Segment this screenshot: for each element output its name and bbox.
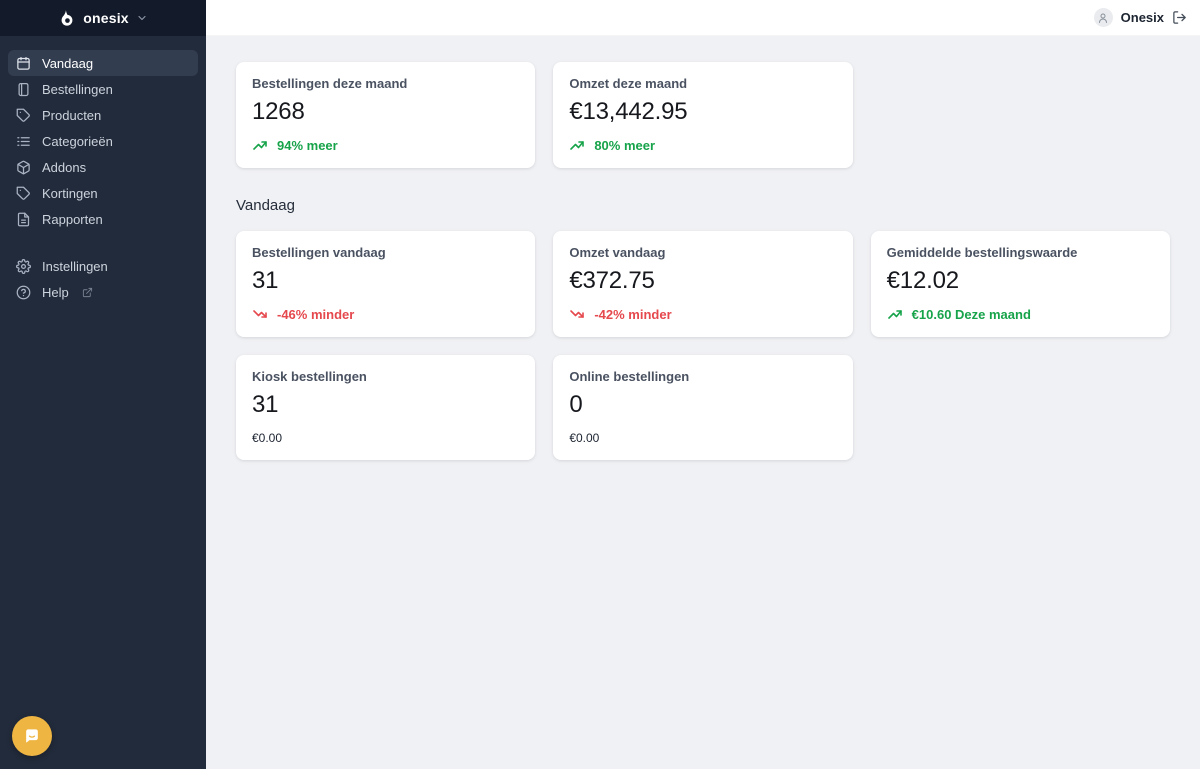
stat-sub-value: €0.00 xyxy=(252,431,519,445)
calendar-icon xyxy=(16,56,31,71)
trend-up-icon xyxy=(252,137,268,153)
stat-value: 31 xyxy=(252,267,519,295)
book-icon xyxy=(16,82,31,97)
sidebar-item-producten[interactable]: Producten xyxy=(8,102,198,128)
trend-up-icon xyxy=(887,306,903,322)
month-stats-row: Bestellingen deze maand 1268 94% meer Om… xyxy=(236,62,1170,168)
stat-delta: -46% minder xyxy=(252,306,519,322)
stat-label: Kiosk bestellingen xyxy=(252,369,519,384)
logout-icon[interactable] xyxy=(1172,10,1187,25)
stat-label: Omzet vandaag xyxy=(569,245,836,260)
sidebar-footer: Instellingen Help xyxy=(8,253,198,305)
trend-up-icon xyxy=(569,137,585,153)
stat-delta-text: -46% minder xyxy=(277,307,354,322)
sidebar-item-vandaag[interactable]: Vandaag xyxy=(8,50,198,76)
external-link-icon xyxy=(82,287,93,298)
avatar xyxy=(1094,8,1113,27)
stat-card-omzet-vandaag: Omzet vandaag €372.75 -42% minder xyxy=(553,231,852,337)
stat-delta-text: -42% minder xyxy=(594,307,671,322)
sidebar: onesix Vandaag Bestellingen Producten xyxy=(0,0,206,769)
stat-value: €372.75 xyxy=(569,267,836,295)
help-circle-icon xyxy=(16,285,31,300)
gear-icon xyxy=(16,259,31,274)
stat-value: €12.02 xyxy=(887,267,1154,295)
sidebar-item-label: Rapporten xyxy=(42,212,103,227)
stat-delta: -42% minder xyxy=(569,306,836,322)
stat-card-gemiddelde-bestellingswaarde: Gemiddelde bestellingswaarde €12.02 €10.… xyxy=(871,231,1170,337)
sidebar-item-label: Addons xyxy=(42,160,86,175)
sidebar-nav: Vandaag Bestellingen Producten Categorie… xyxy=(0,36,206,305)
dashboard-content: Bestellingen deze maand 1268 94% meer Om… xyxy=(206,36,1200,769)
package-icon xyxy=(16,160,31,175)
stat-card-kiosk-bestellingen: Kiosk bestellingen 31 €0.00 xyxy=(236,355,535,460)
stat-sub-value: €0.00 xyxy=(569,431,836,445)
sidebar-item-label: Bestellingen xyxy=(42,82,113,97)
stat-label: Omzet deze maand xyxy=(569,76,836,91)
chat-bubble-icon xyxy=(22,726,42,746)
brand-name: onesix xyxy=(83,10,129,26)
stat-delta: 80% meer xyxy=(569,137,836,153)
chevron-down-icon xyxy=(136,12,148,24)
stat-label: Online bestellingen xyxy=(569,369,836,384)
stat-value: €13,442.95 xyxy=(569,98,836,126)
stat-value: 0 xyxy=(569,391,836,419)
stat-card-online-bestellingen: Online bestellingen 0 €0.00 xyxy=(553,355,852,460)
document-icon xyxy=(16,212,31,227)
section-title-vandaag: Vandaag xyxy=(236,197,1170,214)
tag-icon xyxy=(16,186,31,201)
chat-widget-button[interactable] xyxy=(12,716,52,756)
brand-logo-icon xyxy=(58,9,76,27)
stat-label: Gemiddelde bestellingswaarde xyxy=(887,245,1154,260)
stat-card-bestellingen-maand: Bestellingen deze maand 1268 94% meer xyxy=(236,62,535,168)
stat-delta: €10.60 Deze maand xyxy=(887,306,1154,322)
stat-card-omzet-maand: Omzet deze maand €13,442.95 80% meer xyxy=(553,62,852,168)
sidebar-item-rapporten[interactable]: Rapporten xyxy=(8,206,198,232)
trend-down-icon xyxy=(569,306,585,322)
sidebar-item-addons[interactable]: Addons xyxy=(8,154,198,180)
sidebar-item-instellingen[interactable]: Instellingen xyxy=(8,253,198,279)
sidebar-item-label: Producten xyxy=(42,108,101,123)
sidebar-item-bestellingen[interactable]: Bestellingen xyxy=(8,76,198,102)
sidebar-item-categorieen[interactable]: Categorieën xyxy=(8,128,198,154)
brand[interactable]: onesix xyxy=(0,0,206,36)
sidebar-item-label: Vandaag xyxy=(42,56,93,71)
sidebar-item-label: Categorieën xyxy=(42,134,113,149)
list-icon xyxy=(16,134,31,149)
sidebar-item-help[interactable]: Help xyxy=(8,279,198,305)
sidebar-item-kortingen[interactable]: Kortingen xyxy=(8,180,198,206)
today-stats-row: Bestellingen vandaag 31 -46% minder Omze… xyxy=(236,231,1170,337)
sidebar-item-label: Instellingen xyxy=(42,259,108,274)
stat-value: 1268 xyxy=(252,98,519,126)
stat-card-bestellingen-vandaag: Bestellingen vandaag 31 -46% minder xyxy=(236,231,535,337)
user-name: Onesix xyxy=(1121,10,1164,25)
channel-stats-row: Kiosk bestellingen 31 €0.00 Online beste… xyxy=(236,355,1170,460)
stat-delta-text: 80% meer xyxy=(594,138,655,153)
tag-icon xyxy=(16,108,31,123)
stat-delta-text: 94% meer xyxy=(277,138,338,153)
stat-value: 31 xyxy=(252,391,519,419)
trend-down-icon xyxy=(252,306,268,322)
topbar: Onesix xyxy=(206,0,1200,36)
sidebar-item-label: Help xyxy=(42,285,69,300)
stat-label: Bestellingen deze maand xyxy=(252,76,519,91)
stat-label: Bestellingen vandaag xyxy=(252,245,519,260)
stat-delta: 94% meer xyxy=(252,137,519,153)
stat-delta-text: €10.60 Deze maand xyxy=(912,307,1031,322)
sidebar-item-label: Kortingen xyxy=(42,186,98,201)
